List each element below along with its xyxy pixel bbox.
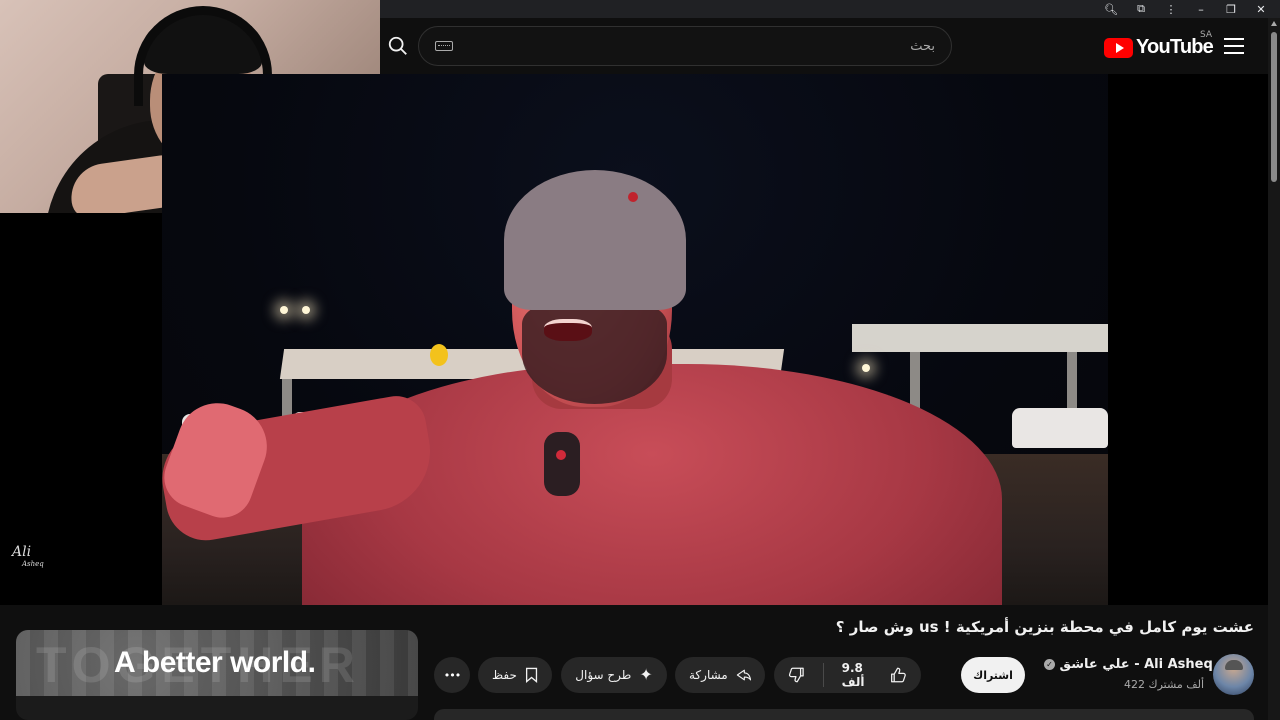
like-dislike-group: 9.8 ألف bbox=[774, 657, 921, 693]
extensions-icon[interactable]: ⧉ bbox=[1126, 0, 1156, 18]
keyboard-icon[interactable] bbox=[435, 41, 453, 51]
search-input[interactable]: بحث bbox=[418, 26, 952, 66]
more-actions-button[interactable]: ••• bbox=[434, 657, 470, 693]
description-box[interactable] bbox=[434, 709, 1254, 720]
canopy-pillar bbox=[1067, 352, 1077, 412]
ad-footer[interactable] bbox=[16, 696, 418, 720]
canopy-pillar bbox=[910, 352, 920, 412]
like-divider bbox=[822, 663, 824, 687]
video-title: عشت يوم كامل في محطة بنزين أمريكية ! us … bbox=[835, 618, 1254, 636]
browser-toolbar: 🔍︎ ⧉ ⋮ – ❐ ✕ bbox=[380, 0, 1280, 18]
screen: 🔍︎ ⧉ ⋮ – ❐ ✕ بحث YouTube SA Ali Asheq TO… bbox=[0, 0, 1280, 720]
presenter-beard bbox=[522, 304, 667, 404]
station-sign bbox=[430, 344, 448, 366]
like-count: 9.8 ألف bbox=[841, 661, 865, 689]
close-icon[interactable]: ✕ bbox=[1246, 0, 1276, 18]
signature-watermark: Ali Asheq bbox=[12, 544, 44, 568]
minimize-icon[interactable]: – bbox=[1186, 0, 1216, 18]
sparkle-icon: ✦ bbox=[639, 665, 653, 684]
ask-question-button[interactable]: طرح سؤال ✦ bbox=[561, 657, 667, 693]
channel-name-text: علي عاشق - Ali Asheq bbox=[1059, 657, 1213, 672]
search-button[interactable] bbox=[380, 26, 416, 66]
video-player[interactable] bbox=[162, 74, 1108, 605]
share-label: مشاركة bbox=[689, 668, 728, 682]
more-horizontal-icon: ••• bbox=[443, 668, 461, 682]
youtube-header: بحث YouTube SA bbox=[380, 18, 1268, 74]
subscriber-count: 422 ألف مشترك bbox=[1124, 678, 1204, 691]
channel-avatar[interactable] bbox=[1213, 654, 1254, 695]
street-lamp bbox=[280, 306, 288, 314]
beanie-logo bbox=[628, 192, 638, 202]
subscribe-button[interactable]: اشتراك bbox=[961, 657, 1025, 693]
bookmark-icon bbox=[525, 667, 538, 683]
menu-kebab-icon[interactable]: ⋮ bbox=[1156, 0, 1186, 18]
save-label: حفظ bbox=[492, 668, 517, 682]
street-lamp bbox=[862, 364, 870, 372]
country-code: SA bbox=[1200, 30, 1213, 40]
ad-headline: A better world. bbox=[114, 646, 316, 679]
presenter-mouth bbox=[544, 319, 592, 341]
restore-icon[interactable]: ❐ bbox=[1216, 0, 1246, 18]
video-info-area: TOGETHER A better world. عشت يوم كامل في… bbox=[0, 605, 1268, 720]
search-icon bbox=[388, 36, 407, 55]
youtube-play-icon bbox=[1104, 37, 1133, 58]
dislike-icon[interactable] bbox=[788, 665, 805, 685]
save-button[interactable]: حفظ bbox=[478, 657, 552, 693]
verified-badge-icon: ✓ bbox=[1044, 659, 1055, 670]
channel-name[interactable]: ✓ علي عاشق - Ali Asheq bbox=[1040, 657, 1213, 672]
presenter-beanie bbox=[504, 170, 686, 310]
lapel-microphone-icon bbox=[544, 432, 580, 496]
scrollbar-thumb[interactable] bbox=[1271, 32, 1277, 182]
scroll-up-arrow-icon[interactable] bbox=[1271, 21, 1277, 26]
like-icon[interactable] bbox=[890, 665, 907, 685]
ad-banner[interactable]: TOGETHER A better world. bbox=[16, 630, 418, 696]
search-placeholder: بحث bbox=[910, 38, 935, 54]
letterbox-right bbox=[1108, 74, 1268, 605]
youtube-logo[interactable]: YouTube bbox=[1104, 36, 1214, 59]
street-lamp bbox=[302, 306, 310, 314]
zoom-icon[interactable]: 🔍︎ bbox=[1096, 0, 1126, 18]
gas-station-canopy-right bbox=[852, 324, 1108, 352]
parked-car-white bbox=[1012, 408, 1108, 448]
hamburger-menu-icon[interactable] bbox=[1224, 38, 1244, 54]
share-arrow-icon bbox=[736, 669, 751, 681]
page-scrollbar[interactable] bbox=[1268, 18, 1280, 720]
ask-label: طرح سؤال bbox=[575, 668, 632, 682]
share-button[interactable]: مشاركة bbox=[675, 657, 765, 693]
